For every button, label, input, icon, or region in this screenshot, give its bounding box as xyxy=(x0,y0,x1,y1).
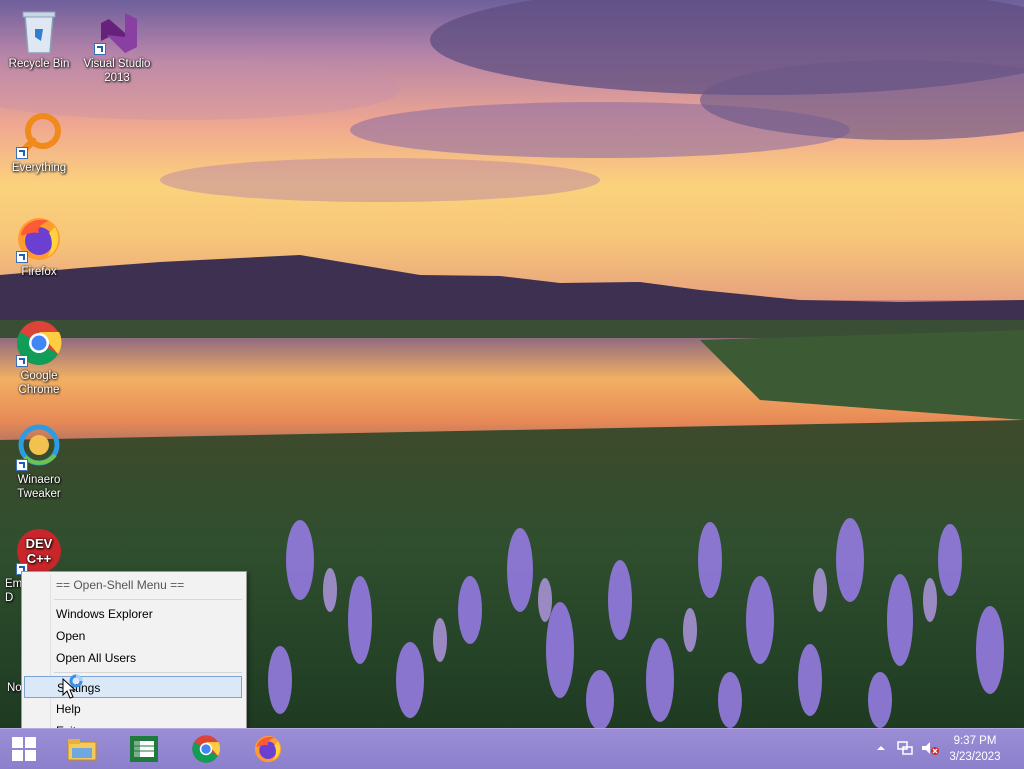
network-icon xyxy=(897,741,913,755)
menu-item-windows-explorer[interactable]: Windows Explorer xyxy=(24,603,242,625)
menu-item-settings[interactable]: Settings xyxy=(24,676,242,698)
shortcut-arrow-icon xyxy=(16,459,28,471)
taskbar-chrome[interactable] xyxy=(178,729,234,769)
clock-time: 9:37 PM xyxy=(953,735,997,747)
shortcut-arrow-icon xyxy=(16,355,28,367)
menu-separator xyxy=(54,599,242,600)
open-shell-context-menu: == Open-Shell Menu == Windows Explorer O… xyxy=(21,571,247,745)
volume-tray-button[interactable] xyxy=(920,739,940,757)
desktop-icon-label: Recycle Bin xyxy=(8,58,70,70)
desktop-icon-label: Firefox xyxy=(21,266,57,278)
svg-text:DEV: DEV xyxy=(26,536,53,551)
chevron-up-icon xyxy=(877,746,885,750)
taskbar-firefox[interactable] xyxy=(240,729,296,769)
menu-separator xyxy=(54,672,242,673)
desktop-icon-firefox[interactable]: Firefox xyxy=(1,215,77,279)
network-tray-button[interactable] xyxy=(896,739,914,757)
show-hidden-icons-button[interactable] xyxy=(874,741,888,755)
windows-start-icon xyxy=(12,737,36,761)
desktop-icon-label: Google Chrome xyxy=(18,370,60,396)
menu-item-help[interactable]: Help xyxy=(24,698,242,720)
taskbar-clock[interactable]: 9:37 PM 3/23/2023 xyxy=(940,733,1010,765)
visual-studio-icon xyxy=(93,7,141,55)
winaero-tweaker-icon xyxy=(15,423,63,471)
file-explorer-icon xyxy=(67,739,97,761)
everything-search-icon xyxy=(15,111,63,159)
start-button[interactable] xyxy=(0,729,48,769)
taskbar: 9:37 PM 3/23/2023 xyxy=(0,728,1024,769)
svg-text:C++: C++ xyxy=(27,551,52,566)
clock-date: 3/23/2023 xyxy=(949,751,1001,763)
desktop-icon-recycle-bin[interactable]: Recycle Bin xyxy=(1,7,77,71)
shortcut-arrow-icon xyxy=(16,147,28,159)
volume-muted-icon xyxy=(922,742,939,755)
taskbar-excel[interactable] xyxy=(116,729,172,769)
desktop-icon-winaero-tweaker[interactable]: Winaero Tweaker xyxy=(1,423,77,501)
desktop-icon-google-chrome[interactable]: Google Chrome xyxy=(1,319,77,397)
excel-icon xyxy=(130,736,158,762)
taskbar-file-explorer[interactable] xyxy=(54,729,110,769)
desktop-icon-visual-studio[interactable]: Visual Studio 2013 xyxy=(79,7,155,85)
chrome-icon xyxy=(15,319,63,367)
desktop-icon-label: Winaero Tweaker xyxy=(17,474,61,500)
desktop-icon-label: Everything xyxy=(11,162,67,174)
busy-spinner-icon xyxy=(69,674,83,688)
dev-cpp-icon: DEV C++ xyxy=(15,527,63,575)
desktop-icon-everything[interactable]: Everything xyxy=(1,111,77,175)
firefox-icon xyxy=(15,215,63,263)
menu-title: == Open-Shell Menu == xyxy=(56,578,185,592)
firefox-icon xyxy=(254,735,282,763)
chrome-icon xyxy=(192,735,221,763)
shortcut-arrow-icon xyxy=(94,43,106,55)
menu-item-open[interactable]: Open xyxy=(24,625,242,647)
recycle-bin-icon xyxy=(15,7,63,55)
desktop-icon-label: Visual Studio 2013 xyxy=(83,58,151,84)
shortcut-arrow-icon xyxy=(16,251,28,263)
menu-item-open-all-users[interactable]: Open All Users xyxy=(24,647,242,669)
